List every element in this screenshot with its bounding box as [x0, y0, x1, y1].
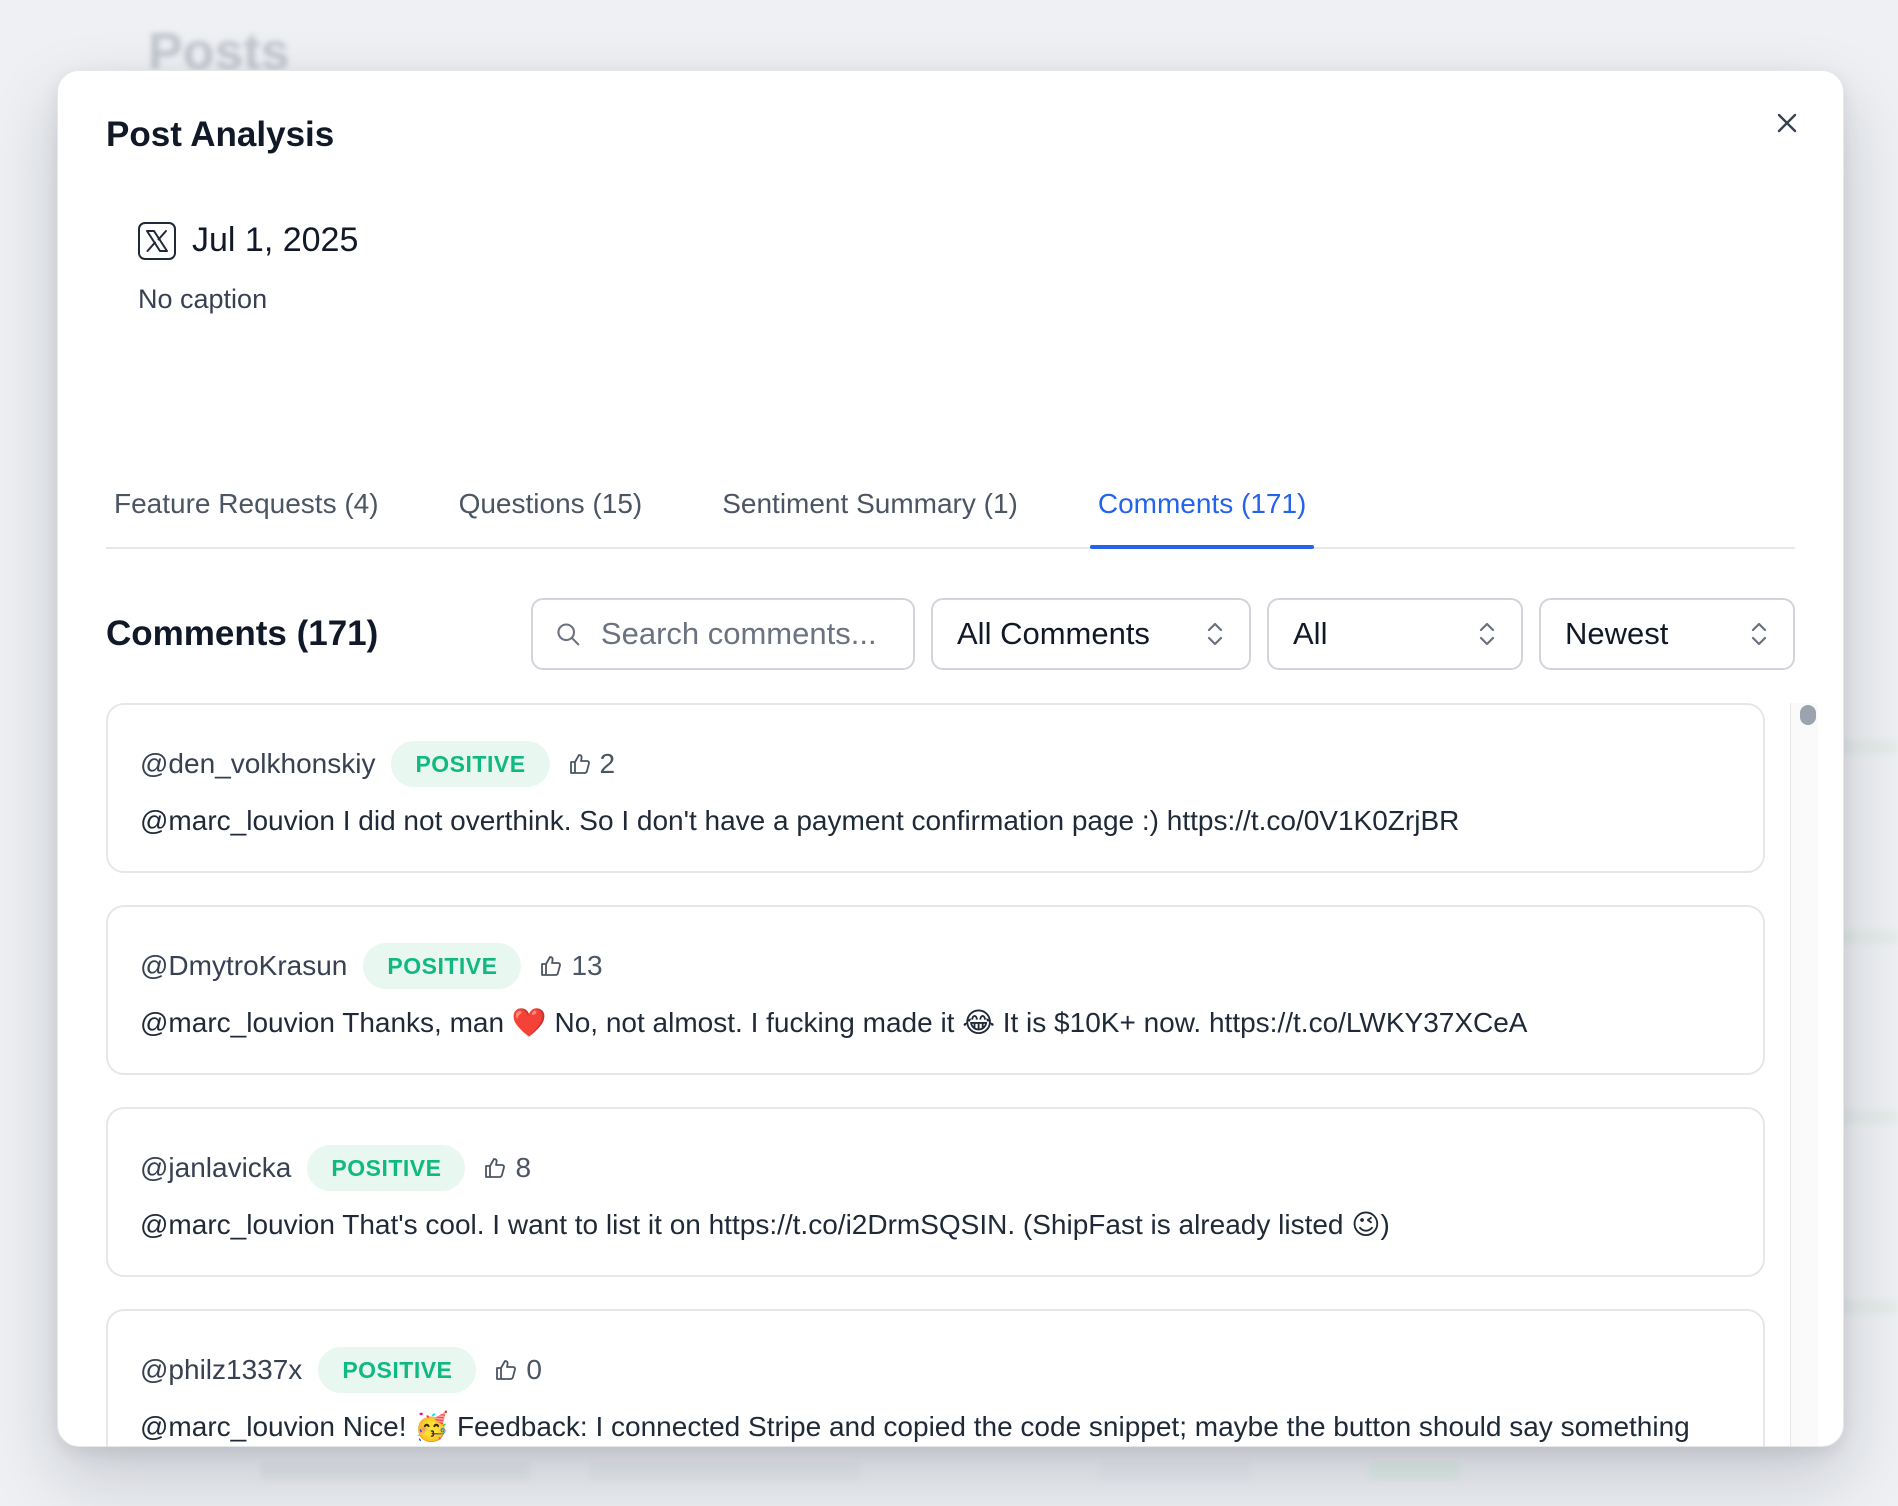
chevron-up-down-icon	[1479, 622, 1495, 646]
sentiment-badge: POSITIVE	[318, 1347, 477, 1393]
tab-sentiment-summary[interactable]: Sentiment Summary (1)	[714, 461, 1026, 547]
comments-section-title: Comments (171)	[106, 614, 379, 653]
sentiment-badge: POSITIVE	[391, 741, 550, 787]
post-analysis-modal: Post Analysis Jul 1, 2025 No caption Fea…	[57, 70, 1844, 1447]
comment-text: @marc_louvion Thanks, man ❤️ No, not alm…	[140, 1007, 1528, 1038]
comment-card: @philz1337x POSITIVE 0 @marc_louvion Nic…	[106, 1309, 1765, 1446]
like-count-value: 13	[571, 950, 603, 981]
thumbs-up-icon	[569, 754, 590, 774]
thumbs-up-icon	[485, 1158, 506, 1178]
close-button[interactable]	[1767, 103, 1807, 143]
thumbs-up-icon	[496, 1360, 517, 1380]
comment-author[interactable]: @den_volkhonskiy	[140, 748, 375, 780]
comments-scroll-area[interactable]: @den_volkhonskiy POSITIVE 2 @marc_louvio…	[106, 703, 1826, 1446]
post-header: Jul 1, 2025	[138, 221, 358, 260]
comment-header: @janlavicka POSITIVE 8	[140, 1145, 1731, 1191]
like-count: 0	[494, 1354, 542, 1386]
like-count-value: 8	[515, 1152, 532, 1183]
post-caption: No caption	[138, 284, 268, 314]
comment-author[interactable]: @philz1337x	[140, 1354, 302, 1386]
chevron-up-down-icon	[1207, 622, 1223, 646]
sentiment-select[interactable]: All	[1267, 598, 1523, 670]
tab-questions[interactable]: Questions (15)	[451, 461, 651, 547]
comment-type-select-value: All Comments	[957, 616, 1150, 651]
scrollbar-thumb[interactable]	[1800, 705, 1816, 725]
comment-list: @den_volkhonskiy POSITIVE 2 @marc_louvio…	[106, 703, 1765, 1446]
comment-text: @marc_louvion Nice! 🥳 Feedback: I connec…	[140, 1411, 1690, 1442]
like-count: 8	[483, 1152, 531, 1184]
sort-select[interactable]: Newest	[1539, 598, 1795, 670]
comment-card: @den_volkhonskiy POSITIVE 2 @marc_louvio…	[106, 703, 1765, 873]
search-input[interactable]	[600, 616, 891, 652]
sort-select-value: Newest	[1565, 616, 1669, 651]
tab-feature-requests[interactable]: Feature Requests (4)	[106, 461, 387, 547]
tab-comments[interactable]: Comments (171)	[1089, 461, 1315, 549]
chevron-up-down-icon	[1751, 622, 1767, 646]
comment-header: @den_volkhonskiy POSITIVE 2	[140, 741, 1731, 787]
search-box[interactable]	[531, 598, 915, 670]
comment-card: @DmytroKrasun POSITIVE 13 @marc_louvion …	[106, 905, 1765, 1075]
comment-type-select[interactable]: All Comments	[931, 598, 1251, 670]
scrollbar[interactable]	[1790, 703, 1818, 1446]
sentiment-badge: POSITIVE	[307, 1145, 466, 1191]
background-table-row	[260, 1462, 1760, 1480]
like-count-value: 0	[526, 1354, 542, 1385]
close-icon	[1777, 113, 1797, 133]
x-logo-icon	[138, 221, 176, 260]
search-icon	[557, 623, 580, 646]
like-count-value: 2	[599, 748, 616, 779]
comment-header: @DmytroKrasun POSITIVE 13	[140, 943, 1731, 989]
comments-toolbar: Comments (171) All Comments All Newest	[106, 598, 1795, 670]
sentiment-badge: POSITIVE	[363, 943, 522, 989]
sentiment-select-value: All	[1293, 616, 1328, 651]
comment-author[interactable]: @DmytroKrasun	[140, 950, 347, 982]
post-date: Jul 1, 2025	[192, 221, 359, 259]
thumbs-up-icon	[541, 956, 562, 976]
comment-card: @janlavicka POSITIVE 8 @marc_louvion Tha…	[106, 1107, 1765, 1277]
comment-author[interactable]: @janlavicka	[140, 1152, 291, 1184]
modal-title: Post Analysis	[106, 115, 335, 154]
analysis-tabs: Feature Requests (4) Questions (15) Sent…	[106, 461, 1795, 549]
comment-text: @marc_louvion I did not overthink. So I …	[140, 805, 1460, 836]
like-count: 13	[539, 950, 603, 982]
post-meta: Jul 1, 2025 No caption	[138, 221, 358, 315]
comment-text: @marc_louvion That's cool. I want to lis…	[140, 1209, 1390, 1240]
like-count: 2	[568, 748, 616, 780]
comment-header: @philz1337x POSITIVE 0	[140, 1347, 1731, 1393]
